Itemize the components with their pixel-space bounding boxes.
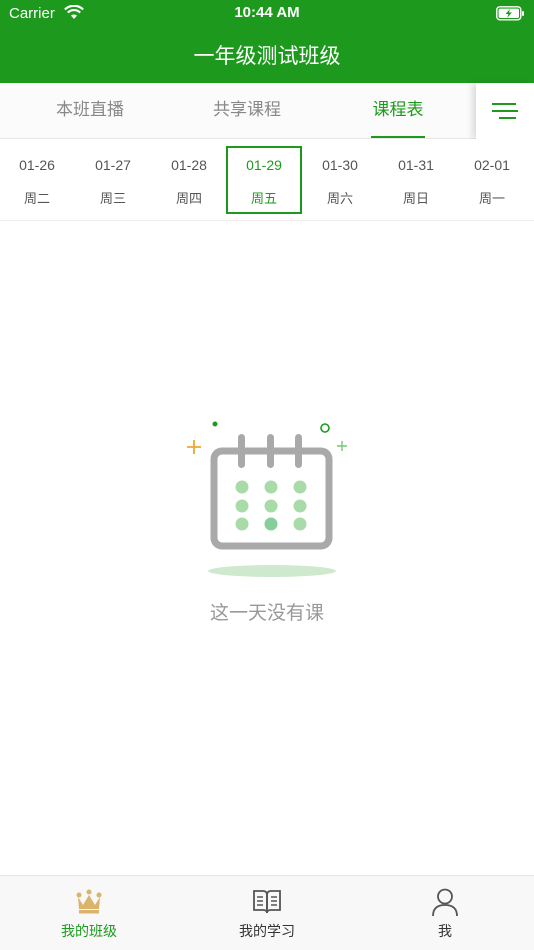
status-time: 10:44 AM xyxy=(234,4,300,21)
bottom-tab-my-study[interactable]: 我的学习 xyxy=(178,876,356,950)
date-strip: 01-26 周二 01-27 周三 01-28 周四 01-29 周五 01-3… xyxy=(0,139,534,221)
date-label: 02-01 xyxy=(474,157,510,173)
empty-message: 这一天没有课 xyxy=(209,602,324,624)
date-item-selected[interactable]: 01-29 周五 xyxy=(226,146,302,214)
page-title: 一年级测试班级 xyxy=(193,44,341,68)
weekday-label: 周五 xyxy=(250,192,277,207)
date-label: 01-31 xyxy=(398,157,434,173)
date-label: 01-30 xyxy=(322,157,358,173)
bottom-tab-my-class[interactable]: 我的班级 xyxy=(0,876,178,950)
date-item[interactable]: 01-26 周二 xyxy=(0,146,75,214)
weekday-label: 周日 xyxy=(402,192,429,207)
tab-live[interactable]: 本班直播 xyxy=(40,83,140,139)
weekday-label: 周三 xyxy=(99,192,126,207)
empty-state: 这一天没有课 xyxy=(0,221,534,875)
calendar-icon xyxy=(180,416,356,585)
date-label: 01-28 xyxy=(171,157,207,173)
active-tab-indicator xyxy=(371,136,425,138)
date-item[interactable]: 01-27 周三 xyxy=(75,146,151,214)
tab-schedule[interactable]: 课程表 xyxy=(348,83,448,139)
bottom-tab-me[interactable]: 我 xyxy=(356,876,534,950)
weekday-label: 周六 xyxy=(326,192,353,207)
date-item[interactable]: 01-31 周日 xyxy=(378,146,454,214)
date-item[interactable]: 02-01 周一 xyxy=(454,146,530,214)
status-bar: Carrier 10:44 AM xyxy=(0,0,534,28)
bottom-tab-label: 我的学习 xyxy=(239,924,295,940)
date-item[interactable]: 01-30 周六 xyxy=(302,146,378,214)
date-item[interactable]: 01-28 周四 xyxy=(151,146,227,214)
bottom-tab-label: 我 xyxy=(438,924,452,940)
app-header: Carrier 10:44 AM 一年级测试班级 xyxy=(0,0,534,83)
weekday-label: 周四 xyxy=(175,192,202,207)
date-label: 01-27 xyxy=(95,157,131,173)
bottom-tab-bar: 我的班级 我的学习 我 xyxy=(0,875,534,950)
weekday-label: 周二 xyxy=(23,192,50,207)
bottom-tab-label: 我的班级 xyxy=(61,924,117,940)
date-label: 01-29 xyxy=(246,157,282,173)
menu-button[interactable] xyxy=(476,83,534,139)
tab-shared-courses[interactable]: 共享课程 xyxy=(197,83,297,139)
menu-lines-icon xyxy=(492,103,518,119)
segment-tabs: 本班直播 共享课程 课程表 xyxy=(0,83,534,139)
date-label: 01-26 xyxy=(19,157,55,173)
battery-charging-icon xyxy=(496,6,525,25)
crown-icon xyxy=(74,887,104,919)
weekday-label: 周一 xyxy=(478,192,505,207)
person-icon xyxy=(430,887,460,921)
book-icon xyxy=(252,887,282,919)
